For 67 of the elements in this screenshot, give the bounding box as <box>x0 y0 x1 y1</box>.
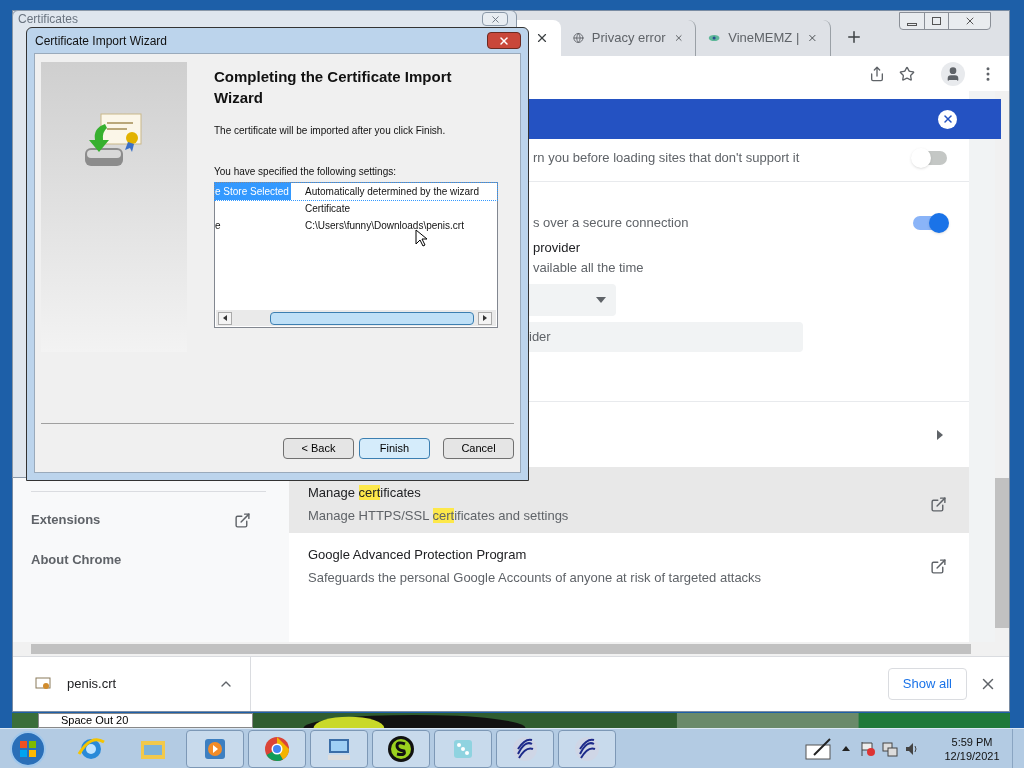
settings-label: You have specified the following settings: <box>214 165 397 179</box>
arrow-left-icon <box>223 315 227 321</box>
list-cell-text: Automatically determined by the wizard <box>305 185 479 199</box>
sidebar-item[interactable]: About Chrome <box>31 550 122 570</box>
wizard-heading: Completing the Certificate Import Wizard <box>214 67 453 108</box>
link-title: Google Advanced Protection Program <box>308 545 528 564</box>
windows-logo-icon <box>19 739 37 758</box>
setting-label: provider <box>533 239 581 257</box>
link-description: Manage HTTPS/SSL certificates and settings <box>308 507 569 525</box>
new-tab-icon[interactable] <box>845 28 863 46</box>
taskbar-button[interactable] <box>496 729 554 768</box>
mouse-cursor-icon <box>415 229 427 247</box>
dialog-button[interactable]: Cancel <box>443 437 514 459</box>
taskbar-button[interactable] <box>558 729 616 768</box>
close-icon <box>498 34 510 47</box>
taskbar-button[interactable] <box>372 729 430 768</box>
link-description: Safeguards the personal Google Accounts of anyone at risk of targeted attacks <box>308 569 762 587</box>
external-link-icon <box>930 495 947 513</box>
close-icon[interactable] <box>535 31 549 45</box>
show-all-button[interactable]: Show all <box>887 668 967 700</box>
close-icon[interactable] <box>938 109 957 129</box>
clock[interactable]: 5:59 PM 12/19/2021 <box>932 734 1012 763</box>
profile-avatar[interactable] <box>941 61 965 86</box>
share-icon[interactable] <box>869 65 885 82</box>
start-button[interactable] <box>10 730 46 767</box>
window-title: Certificate Import Wizard <box>35 32 168 50</box>
close-button[interactable] <box>487 32 521 49</box>
window-title: Space Out 20 <box>38 713 253 728</box>
network-icon[interactable] <box>882 740 898 757</box>
setting-description: rn you before loading sites that don't support it <box>533 149 800 168</box>
download-filename[interactable]: penis.crt <box>67 674 218 694</box>
close-icon <box>489 13 501 25</box>
window-title: Certificates <box>18 12 79 26</box>
external-link-icon <box>930 557 947 575</box>
list-cell-text: Certificate <box>305 202 350 216</box>
dialog-button[interactable]: < Back <box>283 437 354 459</box>
intro-text: The certificate will be imported after you click Finish. <box>214 124 447 138</box>
time-text: 5:59 PM <box>951 734 993 749</box>
certificate-file-icon <box>35 677 51 691</box>
scroll-right-button[interactable] <box>478 311 492 325</box>
window-edge <box>12 713 38 728</box>
list-cell[interactable]: e <box>215 217 223 234</box>
horizontal-scrollbar[interactable] <box>216 310 496 326</box>
toggle-switch[interactable] <box>913 216 947 230</box>
tab-title: VineMEMZ | <box>728 29 800 48</box>
arrow-right-icon <box>483 315 487 321</box>
bookmark-star-icon[interactable] <box>899 65 915 82</box>
setting-description: vailable all the time <box>533 259 645 277</box>
sidebar-item[interactable]: Extensions <box>31 510 101 530</box>
setting-description: s over a secure connection <box>533 214 689 233</box>
eye-icon <box>708 32 721 44</box>
caret-up-icon[interactable] <box>842 746 850 751</box>
pen-tablet-icon[interactable] <box>804 736 834 761</box>
toggle-switch[interactable] <box>913 151 947 165</box>
caret-down-icon <box>596 297 606 303</box>
external-link-icon <box>234 511 251 529</box>
list-cell-text: C:\Users\funny\Downloads\penis.crt <box>305 219 464 233</box>
flag-icon[interactable] <box>860 740 876 757</box>
settings-link-row[interactable]: Google Advanced Protection Program Safeguards the personal Google Accounts of anyone at risk of targeted attacks <box>289 533 969 599</box>
scroll-left-button[interactable] <box>218 311 232 325</box>
globe-icon <box>573 30 584 46</box>
chevron-right-icon[interactable] <box>937 429 943 440</box>
dialog-button[interactable]: Finish <box>359 437 430 459</box>
tab-title: Privacy error <box>591 29 666 48</box>
s-logo-icon <box>386 733 416 764</box>
date-text: 12/19/2021 <box>944 748 1000 763</box>
horizontal-scrollbar[interactable] <box>13 642 1009 656</box>
